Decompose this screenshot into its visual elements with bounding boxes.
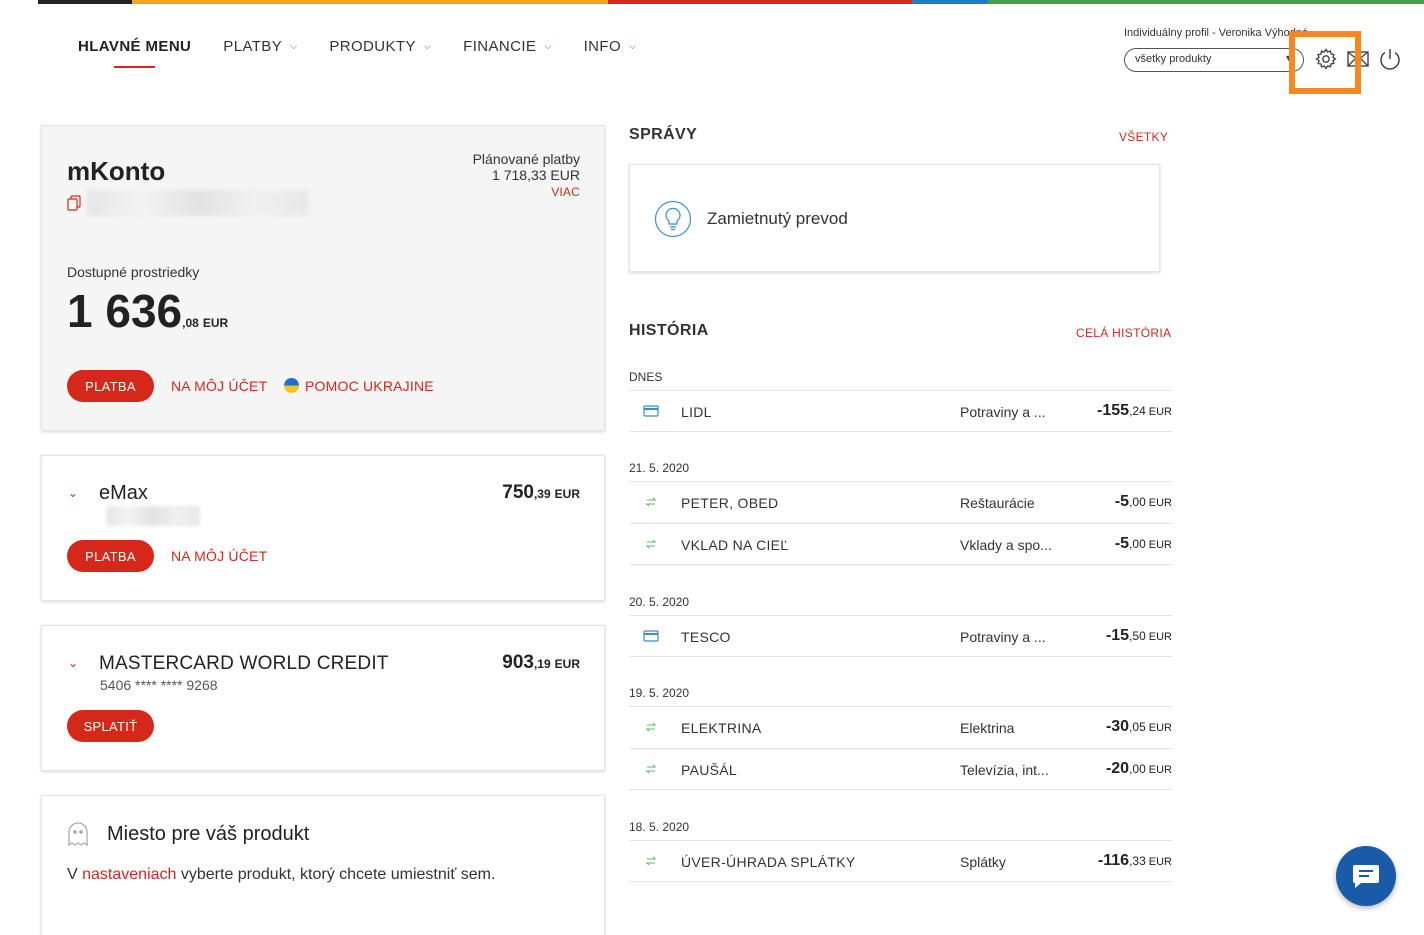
available-balance: 1 636,08 EUR (67, 285, 229, 337)
history-row[interactable]: PAUŠÁL Televízia, int... -20,00 EUR (629, 748, 1172, 790)
settings-icon[interactable] (1313, 46, 1339, 72)
transaction-category: Reštaurácie (960, 495, 1035, 511)
power-icon[interactable] (1377, 46, 1403, 72)
mastercard-title: MASTERCARD WORLD CREDIT (99, 653, 389, 674)
history-date-label: 20. 5. 2020 (629, 595, 690, 609)
transaction-amount: -5,00 EUR (1114, 535, 1172, 552)
nav-item-info[interactable]: INFO ⌵ (584, 38, 637, 55)
emax-card: ⌄ eMax 750,39 EUR PLATBA NA MÔJ ÚČET (41, 455, 605, 601)
ukraine-help-link[interactable]: POMOC UKRAJINE (305, 378, 434, 394)
planned-payments: Plánované platby 1 718,33 EUR (472, 151, 580, 183)
emax-account-blurred (106, 506, 200, 526)
nav-item-finance[interactable]: FINANCIE ⌵ (463, 38, 551, 55)
mkonto-card: mKonto Plánované platby 1 718,33 EUR VIA… (41, 125, 605, 431)
chevron-down-icon[interactable]: ⌄ (68, 656, 78, 670)
chevron-down-icon: ⌵ (544, 41, 552, 51)
copy-icon[interactable] (67, 195, 81, 216)
available-label: Dostupné prostriedky (67, 264, 200, 280)
ukraine-flag-icon (284, 378, 299, 393)
mastercard-balance: 903,19 EUR (502, 652, 580, 673)
lightbulb-icon (654, 200, 692, 243)
chat-button[interactable] (1336, 846, 1396, 906)
transaction-name: PAUŠÁL (681, 762, 738, 778)
mkonto-pay-button[interactable]: PLATBA (67, 370, 154, 402)
emax-to-account-link[interactable]: NA MÔJ ÚČET (171, 548, 267, 564)
transfer-icon (643, 494, 659, 510)
history-row[interactable]: ÚVER-ÚHRADA SPLÁTKY Splátky -116,33 EUR (629, 840, 1172, 882)
history-row[interactable]: PETER, OBED Reštaurácie -5,00 EUR (629, 481, 1172, 523)
top-color-strip (0, 0, 1424, 4)
transaction-category: Potraviny a ... (960, 629, 1046, 645)
transaction-category: Elektrina (960, 720, 1015, 736)
transaction-name: TESCO (681, 629, 731, 645)
chevron-down-icon: ▼ (1284, 53, 1293, 63)
card-payment-icon (643, 628, 659, 644)
repay-button[interactable]: SPLATIŤ (67, 710, 154, 742)
card-number: 5406 **** **** 9268 (100, 677, 218, 693)
message-item[interactable]: Zamietnutý prevod (629, 164, 1160, 272)
chevron-down-icon: ⌵ (290, 41, 298, 51)
chat-icon (1353, 865, 1379, 888)
history-date-label: 19. 5. 2020 (629, 686, 690, 700)
transaction-category: Televízia, int... (960, 762, 1049, 778)
planned-more-link[interactable]: VIAC (551, 185, 580, 199)
card-payment-icon (643, 403, 659, 419)
history-row[interactable]: VKLAD NA CIEĽ Vklady a spo... -5,00 EUR (629, 523, 1172, 565)
account-number-blurred (87, 190, 309, 216)
history-row[interactable]: TESCO Potraviny a ... -15,50 EUR (629, 615, 1172, 657)
profile-label: Individuálny profil - Veronika Výhodná (1124, 27, 1309, 39)
placeholder-text: V nastaveniach vyberte produkt, ktorý ch… (67, 866, 496, 883)
history-date-label: 18. 5. 2020 (629, 820, 690, 834)
transaction-amount: -20,00 EUR (1105, 760, 1172, 777)
placeholder-title: Miesto pre váš produkt (107, 823, 310, 845)
chevron-down-icon: ⌵ (423, 41, 432, 51)
transaction-amount: -116,33 EUR (1097, 852, 1172, 869)
history-date-label: DNES (629, 370, 663, 384)
product-placeholder-card: Miesto pre váš produkt V nastaveniach vy… (41, 795, 605, 935)
mkonto-title: mKonto (67, 156, 166, 186)
transfer-icon (643, 853, 659, 869)
history-row[interactable]: LIDL Potraviny a ... -155,24 EUR (629, 390, 1172, 432)
mastercard-card: ⌄ MASTERCARD WORLD CREDIT 5406 **** ****… (41, 625, 605, 771)
emax-pay-button[interactable]: PLATBA (67, 540, 154, 572)
history-title: HISTÓRIA (629, 322, 709, 339)
emax-balance: 750,39 EUR (502, 482, 580, 503)
transfer-icon (643, 536, 659, 552)
transaction-category: Potraviny a ... (960, 404, 1046, 420)
transaction-name: PETER, OBED (681, 495, 779, 511)
transaction-name: ELEKTRINA (681, 720, 762, 736)
transaction-amount: -30,05 EUR (1105, 718, 1172, 735)
emax-title: eMax (99, 482, 148, 504)
nav-item-payments[interactable]: PLATBY ⌵ (223, 38, 297, 55)
ghost-icon (67, 821, 89, 852)
transaction-amount: -15,50 EUR (1105, 627, 1172, 644)
nav-item-main-menu[interactable]: HLAVNÉ MENU (78, 38, 191, 68)
product-filter-select[interactable]: všetky produkty ▼ (1124, 48, 1304, 72)
history-all-link[interactable]: CELÁ HISTÓRIA (1076, 326, 1171, 340)
chevron-down-icon[interactable]: ⌄ (68, 486, 78, 500)
nav-item-products[interactable]: PRODUKTY ⌵ (329, 38, 431, 55)
transaction-name: LIDL (681, 404, 712, 420)
mail-icon[interactable] (1345, 46, 1371, 72)
messages-title: SPRÁVY (629, 126, 698, 143)
mkonto-to-account-link[interactable]: NA MÔJ ÚČET (171, 378, 267, 394)
messages-all-link[interactable]: VŠETKY (1119, 130, 1168, 144)
transfer-icon (643, 719, 659, 735)
transaction-category: Splátky (960, 854, 1006, 870)
transaction-name: ÚVER-ÚHRADA SPLÁTKY (681, 854, 856, 870)
transaction-amount: -5,00 EUR (1114, 493, 1172, 510)
transaction-name: VKLAD NA CIEĽ (681, 537, 789, 553)
message-text: Zamietnutý prevod (707, 209, 848, 228)
chevron-down-icon: ⌵ (629, 41, 637, 51)
main-nav: HLAVNÉ MENU PLATBY ⌵ PRODUKTY ⌵ FINANCIE ⌵ … (78, 38, 668, 68)
history-row[interactable]: ELEKTRINA Elektrina -30,05 EUR (629, 706, 1172, 748)
history-date-label: 21. 5. 2020 (629, 461, 690, 475)
transaction-category: Vklady a spo... (960, 537, 1052, 553)
transfer-icon (643, 761, 659, 777)
settings-link[interactable]: nastaveniach (82, 866, 176, 883)
transaction-amount: -155,24 EUR (1097, 402, 1172, 419)
